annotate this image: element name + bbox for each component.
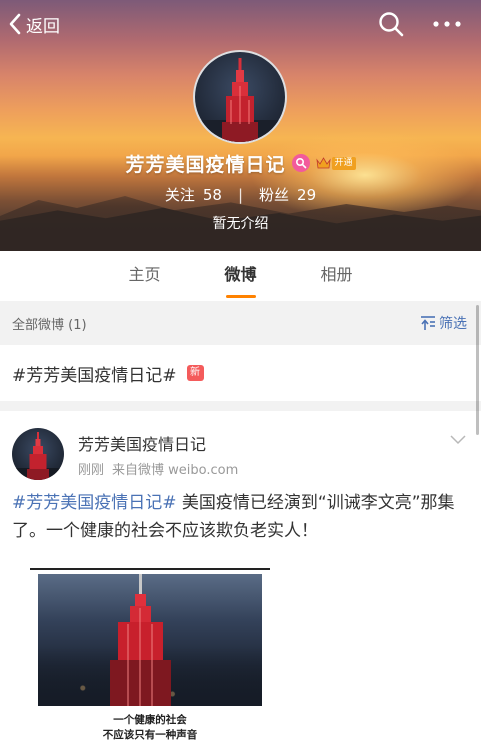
image-caption-line-2: 不应该只有一种声音 (102, 729, 198, 741)
empire-state-building-icon (110, 574, 171, 706)
followers-count: 29 (297, 185, 317, 204)
scrollbar[interactable] (476, 305, 479, 435)
back-button[interactable]: 返回 (8, 10, 60, 38)
post-card: 芳芳美国疫情日记 刚刚 来自微博 weibo.com #芳芳美国疫情日记# 美国疫… (0, 411, 481, 756)
following-stat[interactable]: 关注 58 (165, 184, 222, 205)
image-top-border (30, 568, 270, 570)
back-label: 返回 (26, 16, 60, 37)
following-label: 关注 (164, 186, 195, 204)
empire-state-building-icon (12, 432, 64, 480)
search-button[interactable] (377, 10, 405, 38)
post-count-label: 全部微博 (1) (12, 317, 87, 333)
post-source: 来自微博 weibo.com (112, 463, 239, 478)
stats-divider: | (237, 185, 244, 204)
filter-label: 筛选 (439, 316, 467, 332)
profile-intro: 暂无介绍 (212, 216, 269, 232)
post-meta: 刚刚 来自微博 weibo.com (78, 459, 246, 478)
search-icon (379, 12, 404, 37)
profile-tabs: 主页 微博 相册 (0, 251, 481, 301)
chevron-left-icon (9, 13, 21, 35)
following-count: 58 (202, 185, 222, 204)
more-button[interactable] (430, 10, 464, 38)
empire-state-building-icon (195, 58, 285, 142)
image-caption-line-1: 一个健康的社会 (113, 714, 187, 726)
post-photo (38, 574, 262, 706)
crown-icon (315, 157, 331, 169)
filter-bar: 全部微博 (1) 筛选 (0, 303, 481, 343)
topic-hashtag: #芳芳美国疫情日记# (12, 365, 177, 386)
topic-row[interactable]: #芳芳美国疫情日记# 新 (0, 345, 481, 401)
post-image[interactable]: 一个健康的社会 不应该只有一种声音 (30, 568, 270, 756)
image-caption: 一个健康的社会 不应该只有一种声音 (38, 706, 262, 752)
filter-sort-icon (421, 316, 435, 330)
profile-banner: 返回 芳芳美国疫情日记 开通 关注 58 | 粉丝 29 暂无介绍 (0, 0, 481, 251)
chevron-down-icon[interactable] (450, 435, 466, 445)
post-body: #芳芳美国疫情日记# 美国疫情已经演到“训诫李文亮”那集了。一个健康的社会不应该… (12, 489, 474, 545)
new-badge: 新 (186, 365, 204, 381)
vip-open-label: 开通 (331, 156, 356, 170)
profile-avatar[interactable] (193, 50, 287, 144)
tab-album[interactable]: 相册 (289, 251, 385, 301)
tab-home[interactable]: 主页 (97, 251, 193, 301)
tab-weibo[interactable]: 微博 (193, 251, 289, 301)
post-avatar[interactable] (12, 428, 64, 480)
post-hashtag-link[interactable]: #芳芳美国疫情日记# (12, 493, 177, 513)
vip-open-badge[interactable]: 开通 (315, 155, 356, 171)
more-dots-icon (433, 21, 461, 27)
followers-label: 粉丝 (259, 186, 290, 204)
profile-name: 芳芳美国疫情日记 (125, 153, 286, 176)
search-badge-icon[interactable] (291, 154, 310, 172)
top-nav-bar: 返回 (0, 0, 481, 48)
filter-button[interactable]: 筛选 (420, 313, 467, 333)
post-time: 刚刚 (78, 463, 105, 478)
post-author[interactable]: 芳芳美国疫情日记 (78, 431, 206, 455)
profile-name-row: 芳芳美国疫情日记 开通 (0, 150, 481, 176)
profile-stats: 关注 58 | 粉丝 29 (0, 184, 481, 205)
followers-stat[interactable]: 粉丝 29 (259, 184, 316, 205)
